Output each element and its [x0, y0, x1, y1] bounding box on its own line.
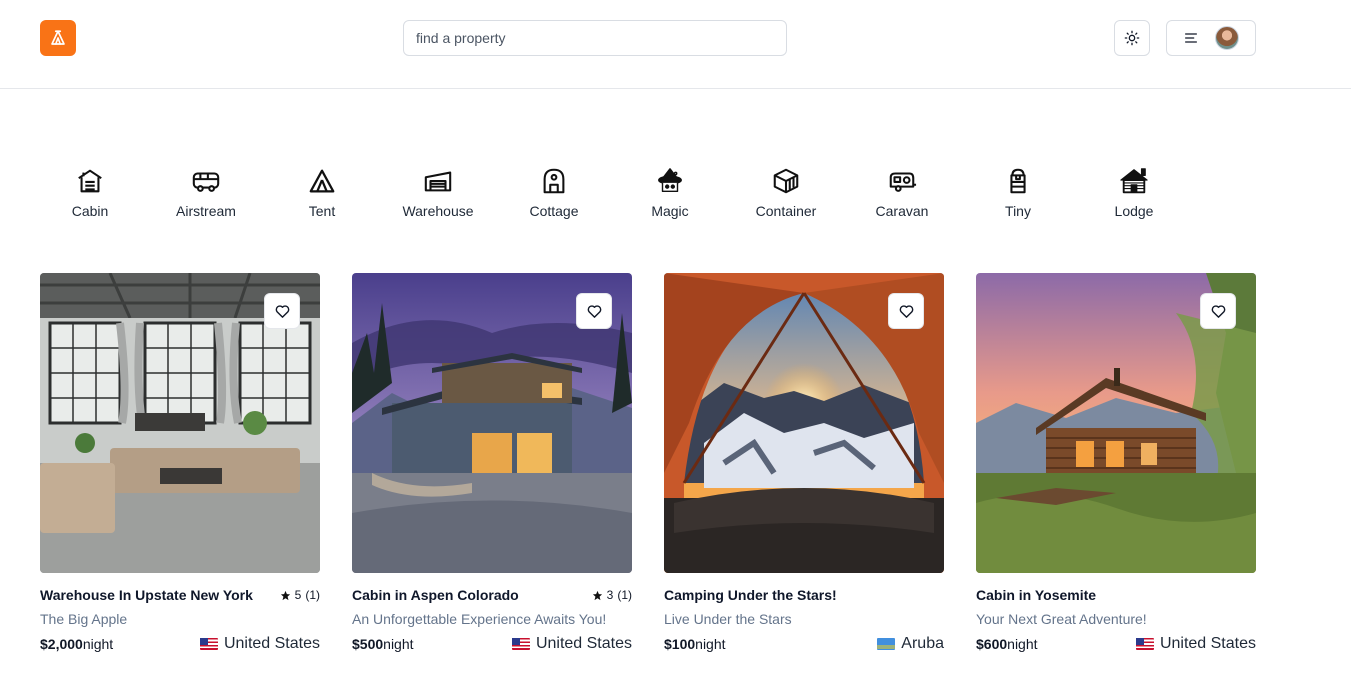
- search-input[interactable]: [403, 20, 787, 56]
- category-label: Cabin: [71, 203, 109, 219]
- aruba-flag-icon: [877, 638, 896, 650]
- country-name: United States: [535, 635, 632, 652]
- property-image: [664, 273, 944, 573]
- heart-icon: [275, 304, 289, 318]
- property-country: Aruba: [877, 635, 944, 653]
- warehouse-icon: [424, 171, 452, 192]
- review-count: (1): [305, 588, 320, 602]
- rating-value: 5: [294, 588, 302, 602]
- favorite-button[interactable]: [264, 293, 300, 329]
- category-label: Magic: [651, 203, 689, 219]
- category-label: Lodge: [1114, 203, 1154, 219]
- us-flag-icon: [199, 638, 218, 650]
- property-card[interactable]: Warehouse In Upstate New York 5 (1) The …: [40, 273, 320, 653]
- country-name: United States: [1159, 635, 1256, 652]
- property-rating: 5 (1): [280, 588, 320, 602]
- category-label: Warehouse: [402, 203, 474, 219]
- property-image: [40, 273, 320, 573]
- sun-icon: [1124, 30, 1140, 46]
- top-navbar: [0, 0, 1351, 89]
- logo-button[interactable]: [40, 20, 76, 56]
- property-card[interactable]: Cabin in Aspen Colorado 3 (1) An Unforge…: [352, 273, 632, 653]
- country-name: Aruba: [901, 635, 944, 652]
- user-menu-button[interactable]: [1166, 20, 1256, 56]
- favorite-button[interactable]: [888, 293, 924, 329]
- heart-icon: [899, 304, 913, 318]
- heart-icon: [587, 304, 601, 318]
- property-card[interactable]: Cabin in Yosemite Your Next Great Advent…: [976, 273, 1256, 653]
- price-unit: night: [82, 636, 114, 652]
- property-tagline: The Big Apple: [40, 611, 128, 627]
- price-unit: night: [1007, 636, 1038, 652]
- us-flag-icon: [511, 638, 530, 650]
- property-country: United States: [1135, 635, 1256, 653]
- category-label: Tiny: [1005, 203, 1031, 219]
- tent-icon: [309, 169, 335, 193]
- caravan-icon: [889, 172, 917, 192]
- category-label: Tent: [308, 203, 336, 219]
- category-label: Cottage: [529, 203, 579, 219]
- price-unit: night: [383, 636, 414, 652]
- category-label: Airstream: [176, 203, 236, 219]
- cabin-icon: [78, 169, 102, 193]
- favorite-button[interactable]: [1200, 293, 1236, 329]
- property-rating: 3 (1): [592, 588, 632, 602]
- category-warehouse[interactable]: Warehouse: [380, 160, 496, 224]
- category-label: Container: [755, 203, 817, 219]
- category-tiny[interactable]: Tiny: [960, 160, 1076, 224]
- property-country: United States: [199, 635, 320, 653]
- category-container[interactable]: Container: [728, 160, 844, 224]
- category-lodge[interactable]: Lodge: [1076, 160, 1192, 224]
- price-unit: night: [695, 636, 726, 652]
- price-amount: $100: [664, 636, 696, 652]
- avatar: [1215, 26, 1239, 50]
- property-title: Cabin in Aspen Colorado: [352, 587, 519, 603]
- category-bar: Cabin Airstream Tent Warehouse Cottage M…: [32, 160, 1192, 230]
- property-title: Cabin in Yosemite: [976, 587, 1097, 603]
- property-title: Warehouse In Upstate New York: [40, 587, 253, 603]
- property-price: $600night: [976, 636, 1038, 652]
- tent-logo-icon: [51, 30, 65, 45]
- tiny-icon: [1010, 168, 1026, 194]
- container-icon: [773, 168, 799, 194]
- category-airstream[interactable]: Airstream: [148, 160, 264, 224]
- property-card[interactable]: Camping Under the Stars! Live Under the …: [664, 273, 944, 653]
- property-tagline: Your Next Great Adventure!: [976, 611, 1147, 627]
- lodge-icon: [1120, 168, 1148, 194]
- property-price: $100night: [664, 636, 726, 652]
- price-amount: $500: [352, 636, 384, 652]
- cottage-icon: [543, 168, 565, 194]
- country-name: United States: [223, 635, 320, 652]
- property-price: $2,000night: [40, 636, 113, 652]
- favorite-button[interactable]: [576, 293, 612, 329]
- price-amount: $2,000: [40, 636, 83, 652]
- review-count: (1): [617, 588, 632, 602]
- category-label: Caravan: [875, 203, 929, 219]
- magic-icon: [658, 168, 682, 193]
- airstream-icon: [192, 172, 220, 192]
- us-flag-icon: [1135, 638, 1154, 650]
- heart-icon: [1211, 304, 1225, 318]
- theme-toggle-button[interactable]: [1114, 20, 1150, 56]
- menu-lines-icon: [1185, 33, 1197, 43]
- property-price: $500night: [352, 636, 414, 652]
- star-icon: [592, 590, 602, 600]
- property-tagline: Live Under the Stars: [664, 611, 792, 627]
- category-cabin[interactable]: Cabin: [32, 160, 148, 224]
- property-image: [352, 273, 632, 573]
- category-caravan[interactable]: Caravan: [844, 160, 960, 224]
- rating-value: 3: [606, 588, 614, 602]
- category-tent[interactable]: Tent: [264, 160, 380, 224]
- property-grid: Warehouse In Upstate New York 5 (1) The …: [40, 273, 1256, 653]
- star-icon: [280, 590, 290, 600]
- property-tagline: An Unforgettable Experience Awaits You!: [352, 611, 607, 627]
- property-country: United States: [511, 635, 632, 653]
- price-amount: $600: [976, 636, 1008, 652]
- category-magic[interactable]: Magic: [612, 160, 728, 224]
- property-image: [976, 273, 1256, 573]
- category-cottage[interactable]: Cottage: [496, 160, 612, 224]
- property-title: Camping Under the Stars!: [664, 587, 837, 603]
